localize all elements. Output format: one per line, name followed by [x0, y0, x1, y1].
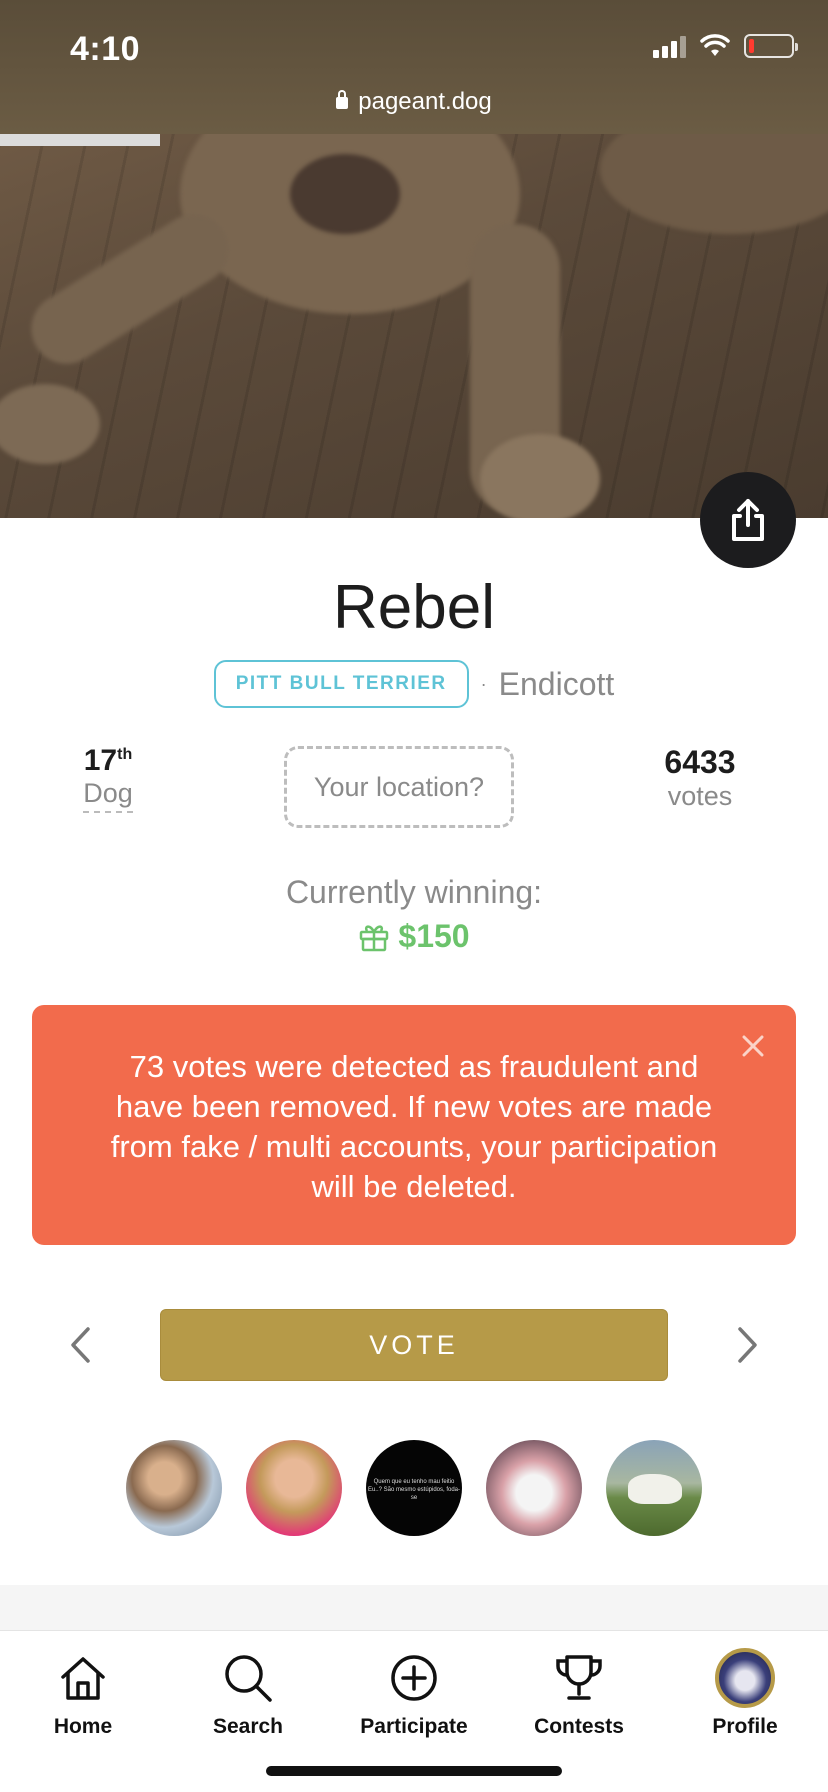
chevron-right-icon — [738, 1327, 757, 1363]
search-icon — [225, 1655, 272, 1702]
battery-icon — [744, 34, 798, 58]
voter-avatars: Quem que eu tenho mau feitio Eu..? São m… — [0, 1440, 828, 1536]
gift-icon — [360, 924, 389, 951]
votes-stat: 6433 votes — [640, 744, 760, 812]
rank-label: Dog — [83, 778, 133, 813]
home-indicator[interactable] — [266, 1766, 562, 1776]
close-icon[interactable] — [738, 1031, 768, 1061]
url-text: pageant.dog — [358, 88, 492, 115]
location-button[interactable]: Your location? — [284, 746, 514, 828]
tab-home-label: Home — [53, 1715, 113, 1738]
plus-circle-icon — [391, 1655, 437, 1701]
prize-amount: $150 — [398, 918, 470, 954]
vote-button[interactable]: VOTE — [160, 1309, 668, 1381]
previous-button[interactable] — [60, 1322, 100, 1368]
battery-level — [749, 39, 754, 53]
voter-avatar[interactable]: Quem que eu tenho mau feitio Eu..? São m… — [366, 1440, 462, 1536]
tab-participate[interactable]: Participate — [344, 1649, 484, 1739]
votes-label: votes — [667, 781, 733, 811]
voter-avatar[interactable] — [606, 1440, 702, 1536]
home-icon — [61, 1657, 105, 1700]
tab-participate-label: Participate — [360, 1715, 468, 1738]
status-time: 4:10 — [70, 30, 141, 68]
tab-contests-label: Contests — [534, 1715, 624, 1738]
fraud-alert: 73 votes were detected as fraudulent and… — [32, 1005, 796, 1245]
chevron-left-icon — [71, 1327, 90, 1363]
alert-message: 73 votes were detected as fraudulent and… — [110, 1049, 718, 1204]
share-button[interactable] — [700, 472, 796, 568]
currently-winning-label: Currently winning: — [285, 874, 543, 910]
breed-badge[interactable]: PITT BULL TERRIER — [213, 660, 469, 708]
voter-avatar[interactable] — [486, 1440, 582, 1536]
cellular-signal-icon — [653, 34, 686, 58]
separator-dot: · — [480, 673, 487, 694]
dog-name: Rebel — [333, 573, 495, 642]
profile-avatar — [715, 1648, 775, 1708]
tab-search[interactable]: Search — [178, 1649, 318, 1739]
tab-home[interactable]: Home — [13, 1649, 153, 1739]
wifi-icon — [700, 34, 730, 56]
tab-search-label: Search — [212, 1715, 284, 1738]
votes-count: 6433 — [664, 744, 736, 780]
browser-top-bar: 4:10 pageant.dog — [0, 0, 828, 134]
share-icon — [732, 499, 764, 541]
rank-value: 17th — [83, 744, 133, 777]
rank-stat[interactable]: 17th Dog — [68, 744, 148, 813]
dog-photo — [0, 134, 828, 518]
breed-row: PITT BULL TERRIER · Endicott — [0, 660, 828, 708]
tab-contests[interactable]: Contests — [509, 1649, 649, 1739]
next-button[interactable] — [728, 1322, 768, 1368]
voter-avatar[interactable] — [126, 1440, 222, 1536]
tab-profile-label: Profile — [712, 1715, 778, 1738]
trophy-icon — [556, 1655, 602, 1700]
lock-icon — [336, 90, 349, 109]
section-divider — [0, 1585, 828, 1630]
voter-avatar-caption: Quem que eu tenho mau feitio Eu..? São m… — [367, 1479, 461, 1501]
prize-amount-row: $150 — [0, 918, 828, 955]
status-icons — [653, 34, 798, 58]
voter-avatar[interactable] — [246, 1440, 342, 1536]
dog-city: Endicott — [498, 665, 615, 702]
url-bar[interactable]: pageant.dog — [0, 88, 828, 116]
tab-profile[interactable]: Profile — [675, 1648, 815, 1739]
